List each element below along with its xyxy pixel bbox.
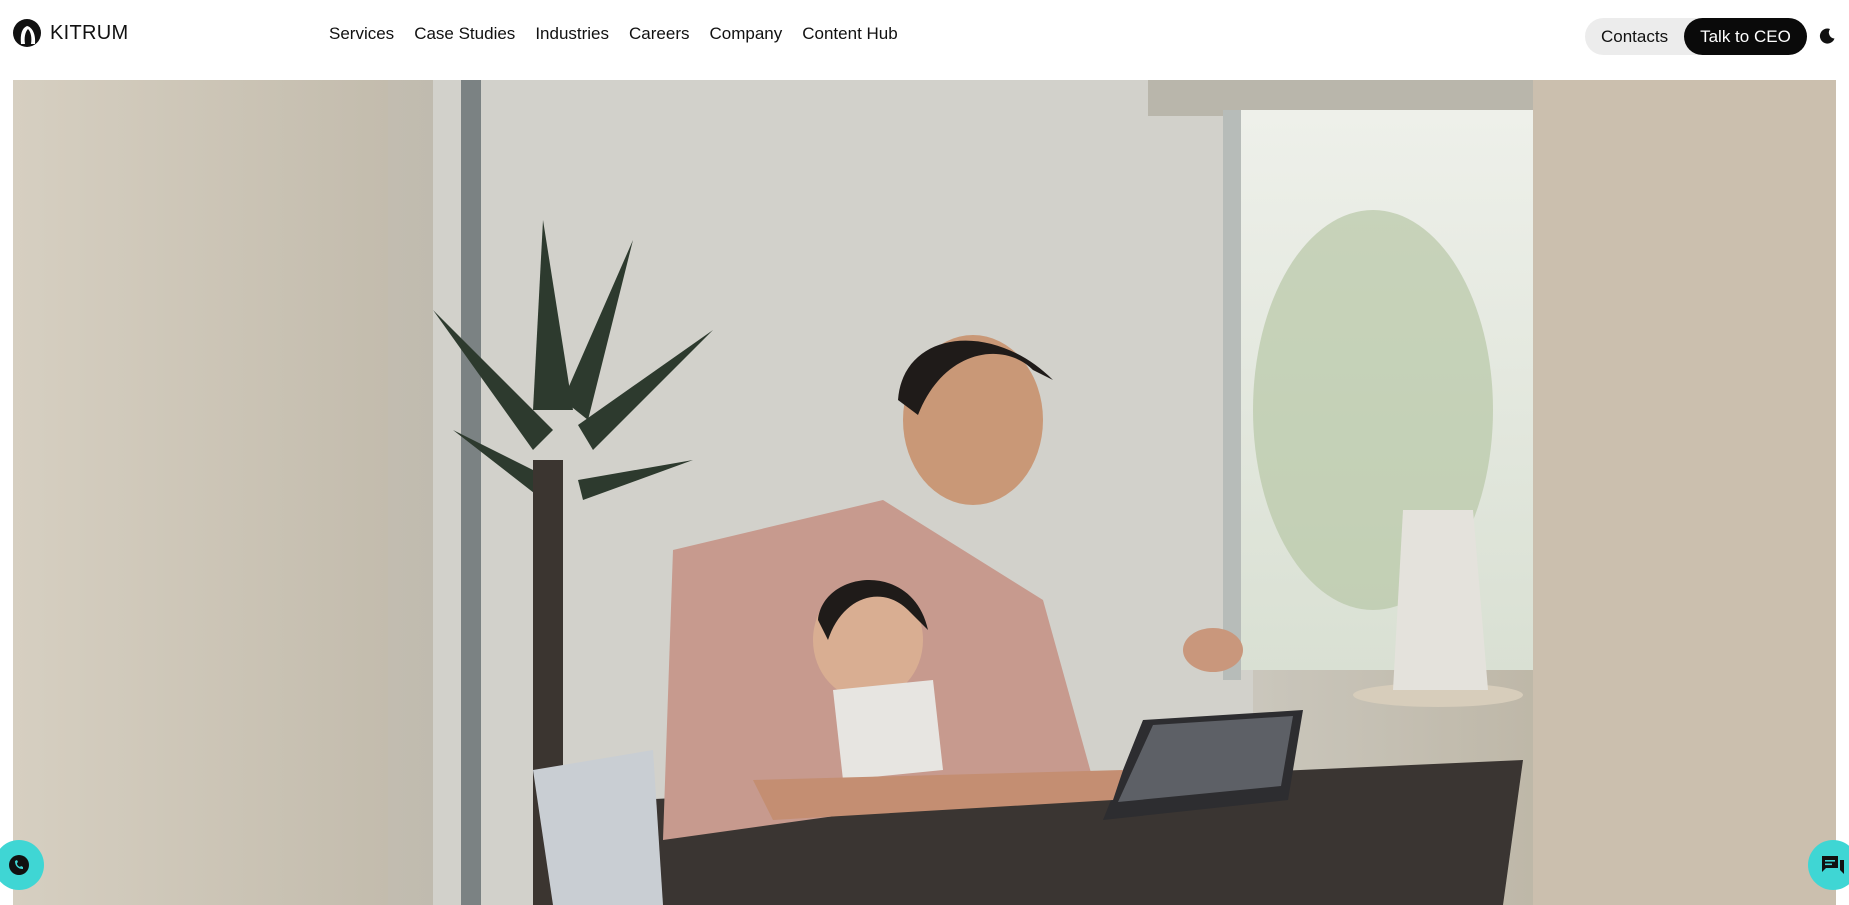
kitrum-logo-icon: [13, 19, 41, 47]
nav-item-services[interactable]: Services: [329, 24, 394, 44]
main-nav: Services Case Studies Industries Careers…: [329, 24, 898, 44]
chat-icon: [1822, 856, 1844, 874]
brand-name: KITRUM: [50, 21, 129, 44]
nav-item-case-studies[interactable]: Case Studies: [414, 24, 515, 44]
moon-icon[interactable]: [1818, 27, 1836, 45]
brand-logo[interactable]: KITRUM: [12, 18, 128, 48]
hero-photo: [13, 80, 1836, 905]
contacts-button[interactable]: Contacts: [1585, 18, 1684, 55]
site-header: KITRUM Services Case Studies Industries …: [0, 0, 1849, 74]
hero-image: [13, 80, 1836, 905]
nav-item-content-hub[interactable]: Content Hub: [802, 24, 897, 44]
nav-item-careers[interactable]: Careers: [629, 24, 689, 44]
header-cta-group: Contacts Talk to CEO: [1585, 18, 1807, 55]
nav-item-industries[interactable]: Industries: [535, 24, 609, 44]
talk-to-ceo-button[interactable]: Talk to CEO: [1684, 18, 1807, 55]
whatsapp-icon: [9, 855, 29, 875]
nav-item-company[interactable]: Company: [709, 24, 782, 44]
